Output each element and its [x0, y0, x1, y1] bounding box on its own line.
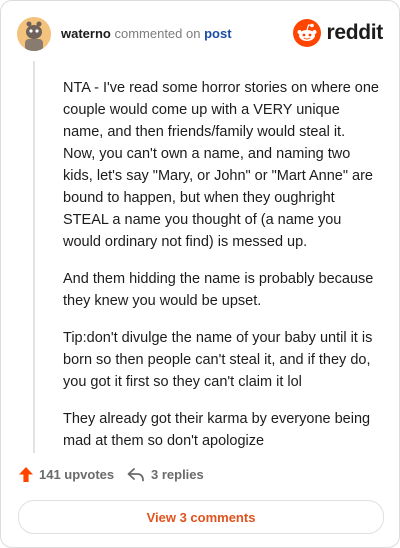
thread-line[interactable] [33, 61, 35, 453]
avatar-icon [17, 17, 51, 51]
comment-actions: 141 upvotes 3 replies [19, 467, 381, 487]
reddit-logo[interactable]: reddit [293, 19, 383, 47]
upvote-count: 141 upvotes [39, 467, 115, 482]
comment-body: NTA - I've read some horror stories on w… [63, 77, 379, 467]
post-link[interactable]: post [204, 26, 231, 41]
action-text: commented on [114, 26, 201, 41]
username[interactable]: waterno [61, 26, 111, 41]
comment-paragraph: They already got their karma by everyone… [63, 411, 371, 449]
comment-paragraph: Tip:don't divulge the name of your baby … [63, 330, 373, 390]
comment-meta: waterno commented on post [61, 26, 232, 42]
comment-card: waterno commented on post reddit NTA - I… [0, 0, 400, 548]
comment-header: waterno commented on post reddit [17, 17, 383, 51]
brand-name: reddit [326, 21, 383, 44]
comment-paragraph: And them hidding the name is probably be… [63, 271, 374, 309]
view-comments-button[interactable]: View 3 comments [18, 500, 384, 534]
reddit-snoo-icon [293, 19, 322, 47]
user-avatar[interactable] [17, 17, 51, 51]
comment-paragraph: NTA - I've read some horror stories on w… [63, 80, 379, 250]
upvote-arrow-icon [19, 467, 33, 482]
replies-count: 3 replies [151, 467, 204, 482]
replies-button[interactable]: 3 replies [127, 467, 204, 482]
upvote-button[interactable]: 141 upvotes [19, 467, 114, 482]
reply-arrow-icon [127, 467, 144, 481]
